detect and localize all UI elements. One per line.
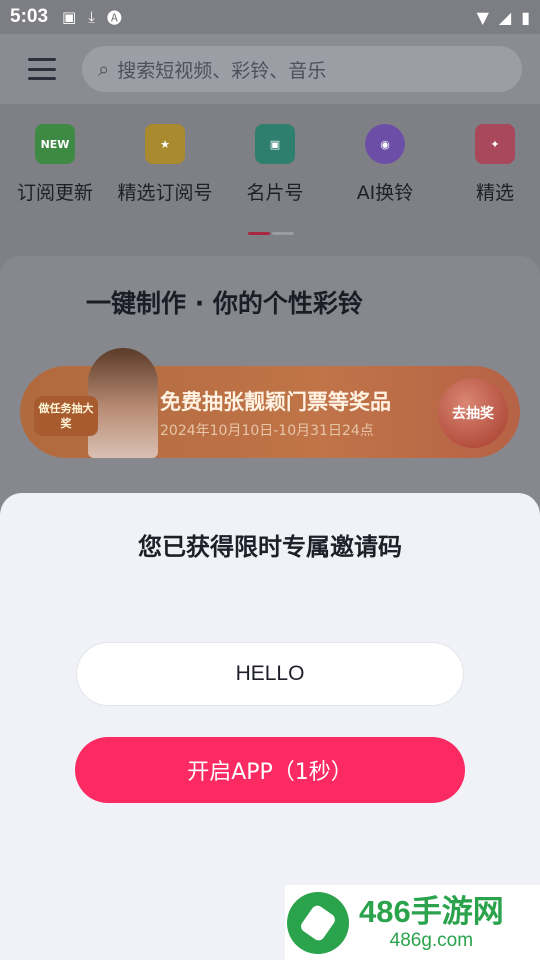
download-icon: ⤓ <box>88 8 95 26</box>
battery-icon: ▮ <box>521 7 530 27</box>
watermark-text: 486手游网 486g.com <box>359 894 504 952</box>
quick-nav-item-business-card[interactable]: ▣ 名片号 <box>220 124 330 205</box>
lottery-banner[interactable]: 做任务抽大奖 免费抽张靓颖门票等奖品 2024年10月10日-10月31日24点… <box>20 348 520 458</box>
background-content: NEW 订阅更新 ★ 精选订阅号 ▣ 名片号 ◉ AI换铃 ✦ 精选 一键制作 … <box>0 104 540 526</box>
invite-code-field[interactable]: HELLO <box>76 642 464 706</box>
image-icon: ▣ <box>62 8 77 26</box>
signal-icon: ◢ <box>498 7 512 27</box>
status-right-icons: ▼ ◢ ▮ <box>477 8 530 27</box>
quick-nav-label: 名片号 <box>246 182 304 204</box>
ai-avatar-icon: ◉ <box>365 124 405 164</box>
open-app-button[interactable]: 开启APP（1秒） <box>75 737 465 803</box>
promo-card: 一键制作 · 你的个性彩铃 做任务抽大奖 免费抽张靓颖门票等奖品 2024年10… <box>0 256 540 526</box>
search-input[interactable]: ⌕ 搜索短视频、彩铃、音乐 <box>82 46 522 92</box>
quick-nav-label: 订阅更新 <box>16 182 93 204</box>
task-badge: 做任务抽大奖 <box>34 396 98 436</box>
new-icon: NEW <box>35 124 75 164</box>
watermark-logo-icon <box>287 891 349 954</box>
sheet-title: 您已获得限时专属邀请码 <box>138 533 402 561</box>
status-bar: 5:03 ▣ ⤓ 🅐 ▼ ◢ ▮ <box>0 0 540 34</box>
quick-nav-label: 精选 <box>475 182 514 204</box>
quick-nav-item-featured[interactable]: ✦ 精选 <box>440 124 540 205</box>
banner-date: 2024年10月10日-10月31日24点 <box>160 423 374 439</box>
quick-nav-item-featured-channels[interactable]: ★ 精选订阅号 <box>110 124 220 205</box>
banner-headline: 免费抽张靓颖门票等奖品 <box>160 390 391 414</box>
quick-nav-label: AI换铃 <box>356 182 414 204</box>
app-header: ⌕ 搜索短视频、彩铃、音乐 <box>0 34 540 104</box>
page-indicator <box>248 232 294 235</box>
search-icon: ⌕ <box>98 57 110 81</box>
quick-nav-item-subscribe-updates[interactable]: NEW 订阅更新 <box>0 124 110 205</box>
watermark-url: 486g.com <box>389 929 474 951</box>
gift-icon: ✦ <box>475 124 515 164</box>
search-placeholder: 搜索短视频、彩铃、音乐 <box>117 59 327 82</box>
site-watermark: 486手游网 486g.com <box>285 885 540 960</box>
watermark-title: 486手游网 <box>359 893 504 929</box>
promo-title: 一键制作 · 你的个性彩铃 <box>86 289 363 318</box>
wifi-icon: ▼ <box>476 7 489 27</box>
status-left-icons: ▣ ⤓ 🅐 <box>62 7 122 28</box>
quick-nav-label: 精选订阅号 <box>117 182 213 204</box>
quick-nav-item-ai-ringtone[interactable]: ◉ AI换铃 <box>330 124 440 205</box>
star-icon: ★ <box>145 124 185 164</box>
quick-nav: NEW 订阅更新 ★ 精选订阅号 ▣ 名片号 ◉ AI换铃 ✦ 精选 <box>0 124 540 205</box>
a-icon: 🅐 <box>106 8 122 27</box>
lottery-button[interactable]: 去抽奖 <box>438 378 508 448</box>
celebrity-image <box>88 348 158 458</box>
menu-icon[interactable] <box>28 58 56 80</box>
status-time: 5:03 <box>10 6 49 27</box>
id-card-icon: ▣ <box>255 124 295 164</box>
